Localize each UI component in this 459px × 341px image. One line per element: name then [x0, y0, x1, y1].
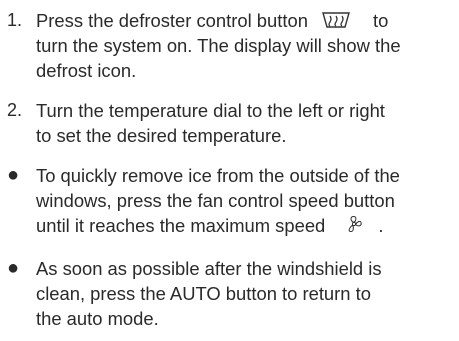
bullet-line: the auto mode. — [36, 308, 159, 329]
bullet-marker: ● — [7, 164, 20, 186]
bullet-marker: ● — [7, 257, 20, 279]
step-number: 2. — [7, 100, 23, 120]
step-line-text: to — [373, 10, 389, 31]
step-line: turn the system on. The display will sho… — [36, 35, 401, 56]
step-text: Turn the temperature dial to the left or… — [36, 98, 459, 148]
bullet-line-text: until it reaches the maximum speed — [36, 215, 326, 236]
bullet-line: until it reaches the maximum speed . — [36, 213, 459, 240]
step-2: 2. Turn the temperature dial to the left… — [0, 98, 459, 148]
step-number: 1. — [7, 10, 23, 30]
bullet-line: As soon as possible after the windshield… — [36, 258, 382, 279]
step-line: to set the desired temperature. — [36, 125, 287, 146]
step-1: 1. Press the defroster control button to… — [0, 8, 459, 83]
fan-icon — [344, 214, 364, 240]
bullet-line-text: . — [378, 215, 384, 236]
step-line: defrost icon. — [36, 60, 137, 81]
bullet-text: To quickly remove ice from the outside o… — [36, 163, 459, 240]
step-text: Press the defroster control button to tu… — [36, 8, 459, 83]
bullet-line: windows, press the fan control speed but… — [36, 190, 395, 211]
bullet-line: To quickly remove ice from the outside o… — [36, 165, 400, 186]
instructions-page: 1. Press the defroster control button to… — [0, 0, 459, 341]
bullet-1: ● To quickly remove ice from the outside… — [0, 163, 459, 240]
step-line: Turn the temperature dial to the left or… — [36, 100, 385, 121]
bullet-text: As soon as possible after the windshield… — [36, 256, 459, 331]
bullet-2: ● As soon as possible after the windshie… — [0, 256, 459, 331]
step-line-text: Press the defroster control button — [36, 10, 308, 31]
rear-defroster-icon — [321, 10, 351, 35]
bullet-line: clean, press the AUTO button to return t… — [36, 283, 371, 304]
step-line: Press the defroster control button to — [36, 8, 459, 33]
